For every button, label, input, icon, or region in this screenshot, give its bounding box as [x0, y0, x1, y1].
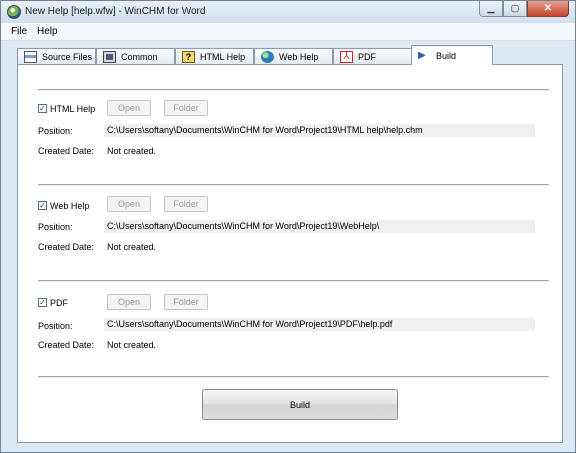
minimize-button[interactable]: ▁: [479, 1, 503, 17]
web-help-icon: [261, 50, 274, 63]
web-help-folder-button[interactable]: Folder: [164, 196, 208, 212]
tab-label: Common: [121, 51, 158, 62]
tab-web-help[interactable]: Web Help: [254, 48, 333, 64]
build-icon: ▶: [418, 49, 426, 61]
maximize-button[interactable]: ▢: [503, 1, 527, 17]
pdf-checkbox[interactable]: ✓: [38, 298, 47, 307]
tab-build[interactable]: ▶ Build: [411, 45, 493, 65]
minimize-icon: ▁: [487, 3, 495, 13]
menu-file[interactable]: File: [11, 26, 27, 37]
title-bar[interactable]: New Help [help.wfw] - WinCHM for Word ▁ …: [1, 1, 575, 23]
position-label: Position:: [38, 126, 73, 136]
separator: [38, 280, 549, 282]
pdf-open-button[interactable]: Open: [107, 294, 151, 310]
html-help-created-value: Not created.: [107, 146, 157, 156]
position-label: Position:: [38, 321, 73, 331]
html-help-label: HTML Help: [50, 104, 96, 114]
created-date-label: Created Date:: [38, 242, 95, 252]
app-window: New Help [help.wfw] - WinCHM for Word ▁ …: [0, 0, 576, 453]
web-help-created-value: Not created.: [107, 242, 157, 252]
tab-strip: Source Files Common ? HTML Help Web Help…: [17, 45, 563, 65]
build-panel: ✓ HTML Help Open Folder Position: C:\Use…: [17, 64, 563, 443]
created-date-label: Created Date:: [38, 146, 95, 156]
separator: [38, 184, 549, 186]
web-help-label: Web Help: [50, 201, 90, 211]
position-label: Position:: [38, 222, 73, 232]
close-icon: ✕: [543, 3, 553, 14]
app-logo-icon: [7, 5, 21, 19]
common-icon: [103, 50, 116, 63]
window-title: New Help [help.wfw] - WinCHM for Word: [25, 6, 206, 17]
tab-common[interactable]: Common: [96, 48, 175, 64]
build-button[interactable]: Build: [202, 389, 398, 420]
menu-help[interactable]: Help: [37, 26, 58, 37]
html-help-path: C:\Users\softany\Documents\WinCHM for Wo…: [104, 124, 535, 137]
menu-bar: File Help: [1, 23, 575, 41]
html-help-open-button[interactable]: Open: [107, 100, 151, 116]
pdf-icon: ⅄: [340, 50, 353, 63]
web-help-checkbox[interactable]: ✓: [38, 201, 47, 210]
tab-label: Web Help: [279, 51, 319, 62]
pdf-path: C:\Users\softany\Documents\WinCHM for Wo…: [104, 318, 535, 331]
tab-html-help[interactable]: ? HTML Help: [175, 48, 254, 64]
close-button[interactable]: ✕: [527, 1, 569, 17]
separator: [38, 89, 549, 91]
pdf-created-value: Not created.: [107, 340, 157, 350]
separator: [38, 376, 549, 378]
created-date-label: Created Date:: [38, 340, 95, 350]
tab-label: PDF: [358, 51, 376, 62]
web-help-open-button[interactable]: Open: [107, 196, 151, 212]
html-help-icon: ?: [182, 50, 195, 63]
tab-source-files[interactable]: Source Files: [17, 48, 96, 64]
tab-label: Build: [436, 50, 457, 61]
tab-pdf[interactable]: ⅄ PDF: [333, 48, 412, 64]
pdf-folder-button[interactable]: Folder: [164, 294, 208, 310]
maximize-icon: ▢: [510, 3, 520, 13]
source-files-icon: [24, 50, 37, 63]
window-controls: ▁ ▢ ✕: [479, 1, 569, 18]
html-help-folder-button[interactable]: Folder: [164, 100, 208, 116]
html-help-checkbox[interactable]: ✓: [38, 104, 47, 113]
tab-label: HTML Help: [200, 51, 246, 62]
web-help-path: C:\Users\softany\Documents\WinCHM for Wo…: [104, 220, 535, 233]
pdf-label: PDF: [50, 298, 68, 308]
tab-label: Source Files: [42, 51, 93, 62]
